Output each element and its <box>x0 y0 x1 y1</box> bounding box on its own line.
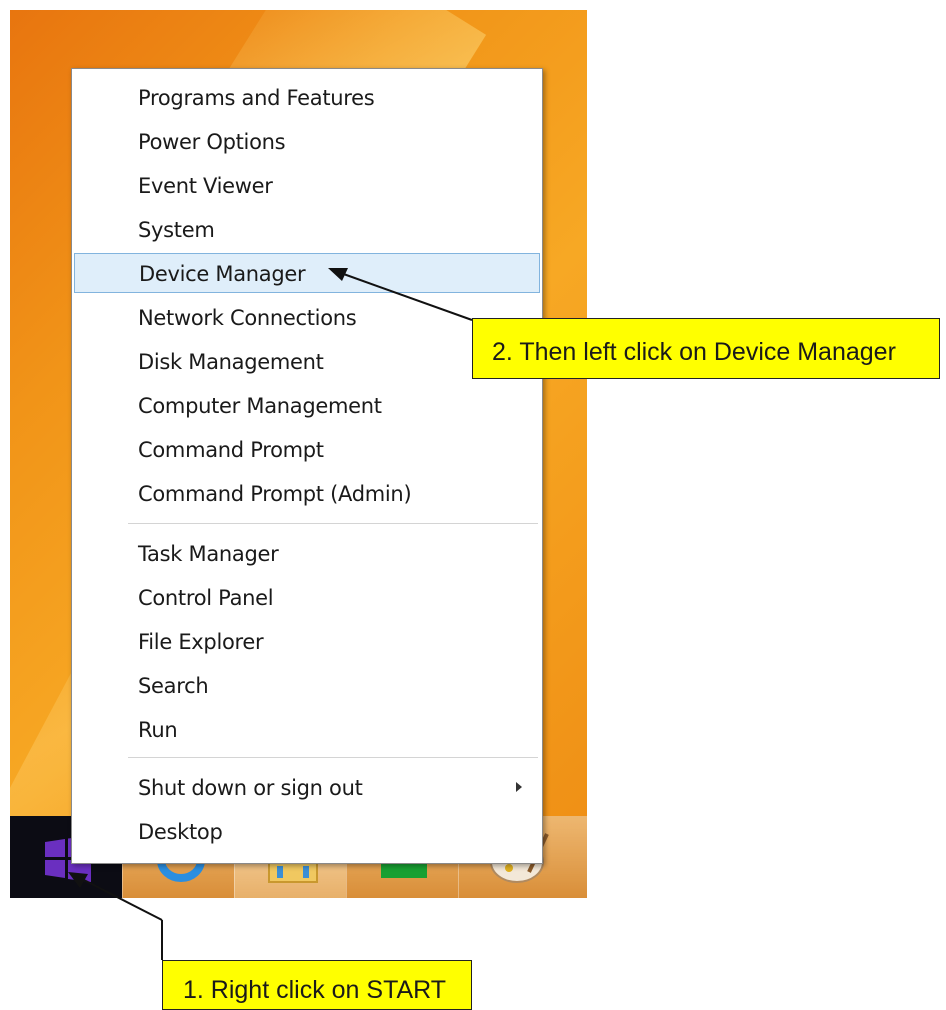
menu-item-label: Network Connections <box>138 306 357 330</box>
menu-item-desktop[interactable]: Desktop <box>72 811 542 851</box>
menu-item-command-prompt-admin[interactable]: Command Prompt (Admin) <box>72 473 542 513</box>
menu-separator <box>128 757 538 758</box>
menu-item-label: Command Prompt (Admin) <box>138 482 412 506</box>
menu-item-file-explorer[interactable]: File Explorer <box>72 621 542 661</box>
menu-item-label: Event Viewer <box>138 174 273 198</box>
menu-item-programs-and-features[interactable]: Programs and Features <box>72 77 542 117</box>
menu-item-label: Command Prompt <box>138 438 324 462</box>
menu-item-label: Power Options <box>138 130 286 154</box>
menu-item-label: Run <box>138 718 178 742</box>
menu-item-label: Task Manager <box>138 542 279 566</box>
menu-item-label: Search <box>138 674 209 698</box>
menu-item-device-manager[interactable]: Device Manager <box>74 253 540 293</box>
menu-item-label: Control Panel <box>138 586 274 610</box>
menu-item-label: Device Manager <box>139 262 306 286</box>
menu-item-control-panel[interactable]: Control Panel <box>72 577 542 617</box>
menu-item-label: File Explorer <box>138 630 264 654</box>
winx-context-menu: Programs and Features Power Options Even… <box>71 68 543 864</box>
menu-item-system[interactable]: System <box>72 209 542 249</box>
callout-step-2: 2. Then left click on Device Manager <box>472 318 940 379</box>
menu-item-label: Computer Management <box>138 394 382 418</box>
menu-item-power-options[interactable]: Power Options <box>72 121 542 161</box>
menu-item-label: Disk Management <box>138 350 324 374</box>
menu-item-run[interactable]: Run <box>72 709 542 749</box>
menu-item-label: Programs and Features <box>138 86 375 110</box>
menu-item-event-viewer[interactable]: Event Viewer <box>72 165 542 205</box>
menu-item-label: Desktop <box>138 820 223 844</box>
menu-item-search[interactable]: Search <box>72 665 542 705</box>
menu-item-computer-management[interactable]: Computer Management <box>72 385 542 425</box>
menu-item-task-manager[interactable]: Task Manager <box>72 533 542 573</box>
menu-item-shut-down-or-sign-out[interactable]: Shut down or sign out <box>72 767 542 807</box>
menu-separator <box>128 523 538 524</box>
menu-item-label: System <box>138 218 215 242</box>
menu-item-command-prompt[interactable]: Command Prompt <box>72 429 542 469</box>
submenu-arrow-icon <box>516 782 522 792</box>
callout-step-1: 1. Right click on START <box>162 960 472 1010</box>
menu-item-label: Shut down or sign out <box>138 776 363 800</box>
screenshot-frame: Programs and Features Power Options Even… <box>10 10 587 898</box>
